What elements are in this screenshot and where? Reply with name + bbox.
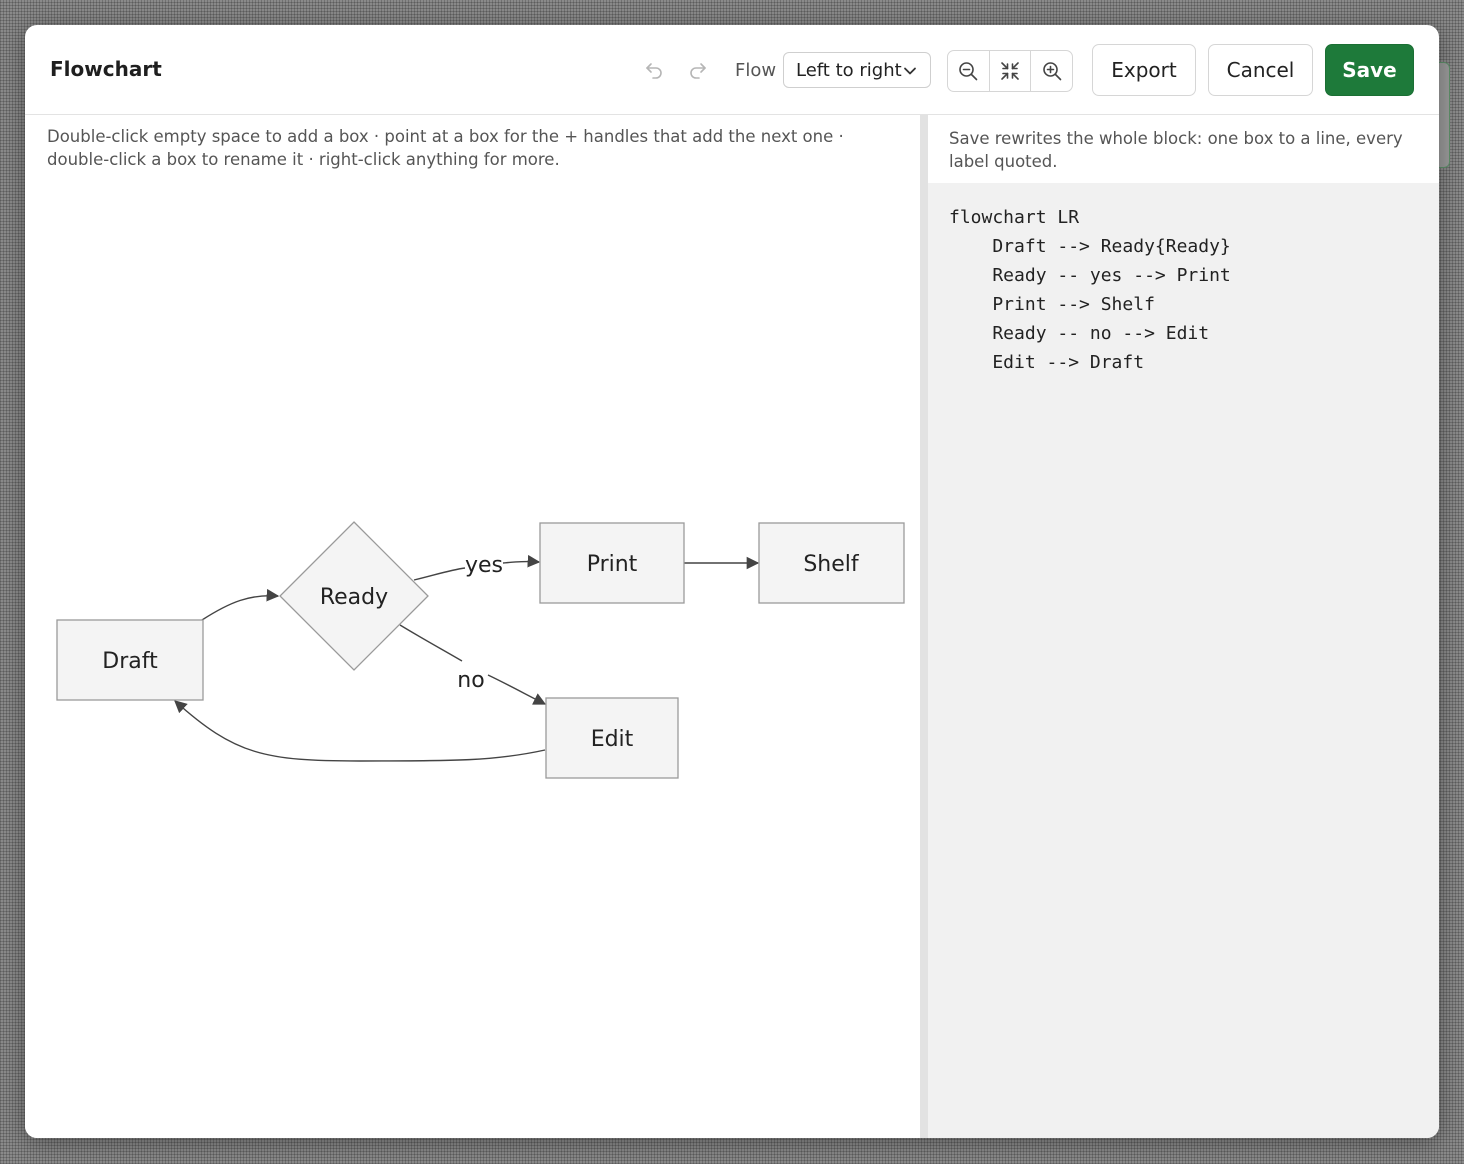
node-shelf-label: Shelf <box>803 552 860 577</box>
node-print[interactable]: Print <box>539 522 685 604</box>
zoom-controls <box>947 50 1073 92</box>
fit-view-button[interactable] <box>990 51 1032 91</box>
node-ready-label: Ready <box>320 585 388 610</box>
node-draft[interactable]: Draft <box>56 619 204 701</box>
code-panel: Save rewrites the whole block: one box t… <box>928 115 1439 1138</box>
zoom-out-button[interactable] <box>948 51 990 91</box>
redo-icon <box>690 63 706 79</box>
zoom-out-icon <box>959 62 978 81</box>
edge-draft-ready[interactable] <box>201 588 280 621</box>
node-shelf[interactable]: Shelf <box>758 522 905 604</box>
edge-label-yes[interactable]: yes <box>465 553 503 578</box>
diagram-svg: yes no Draft Ready Print Shelf Edit <box>56 521 905 779</box>
node-print-label: Print <box>587 552 638 577</box>
redo-button[interactable] <box>684 55 712 83</box>
node-edit[interactable]: Edit <box>545 697 679 779</box>
edge-ready-edit-tail[interactable] <box>487 674 547 705</box>
edge-edit-draft[interactable] <box>174 700 546 762</box>
zoom-in-button[interactable] <box>1031 51 1072 91</box>
dialog-header: Flowchart Flow Left to right Export Canc… <box>25 25 1439 115</box>
flowchart-dialog: Flowchart Flow Left to right Export Canc… <box>25 25 1439 1138</box>
flow-label: Flow <box>735 60 777 81</box>
fit-view-icon <box>1001 62 1019 80</box>
save-button[interactable]: Save <box>1325 44 1414 96</box>
edge-ready-edit[interactable] <box>399 624 463 662</box>
node-edit-label: Edit <box>591 727 634 752</box>
node-draft-label: Draft <box>102 649 158 674</box>
flow-direction-select[interactable]: Left to right <box>783 52 931 88</box>
background-panel-edge <box>1439 62 1450 168</box>
code-panel-note: Save rewrites the whole block: one box t… <box>928 115 1439 183</box>
flowchart-canvas[interactable]: Double-click empty space to add a box · … <box>25 115 920 1138</box>
cancel-button[interactable]: Cancel <box>1208 44 1313 96</box>
zoom-in-icon <box>1042 62 1061 81</box>
edge-ready-print-tail[interactable] <box>502 554 541 568</box>
undo-button[interactable] <box>640 55 668 83</box>
edge-label-no[interactable]: no <box>457 668 484 693</box>
undo-icon <box>646 63 662 79</box>
node-ready[interactable]: Ready <box>279 521 429 671</box>
chevron-down-icon <box>904 67 916 75</box>
code-editor[interactable]: flowchart LR Draft --> Ready{Ready} Read… <box>949 203 1231 377</box>
pane-resize-handle[interactable] <box>920 115 928 1138</box>
dialog-title: Flowchart <box>50 57 162 81</box>
export-button[interactable]: Export <box>1092 44 1196 96</box>
edge-ready-print[interactable] <box>413 567 466 581</box>
flow-direction-value: Left to right <box>796 59 902 81</box>
